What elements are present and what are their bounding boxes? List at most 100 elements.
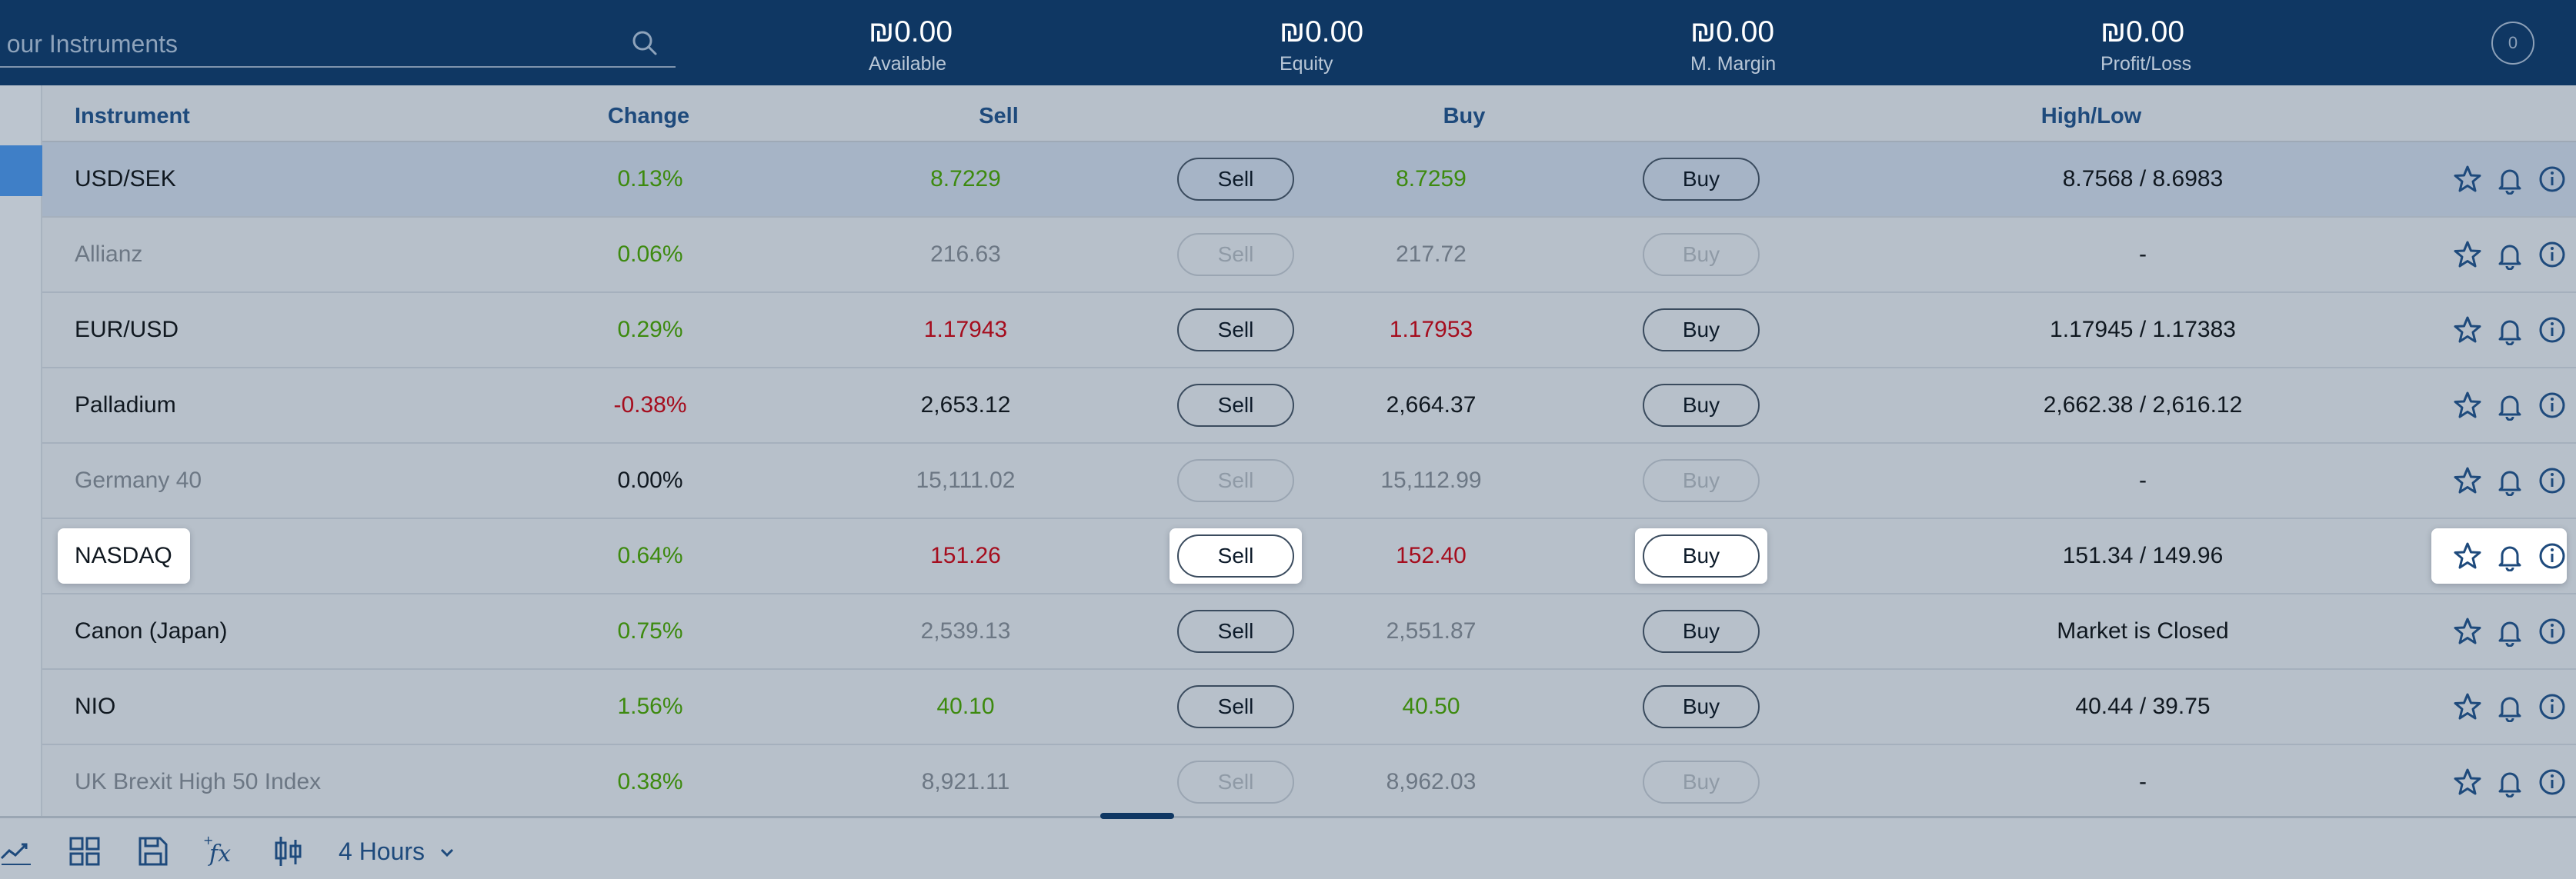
buy-button[interactable]: Buy (1643, 685, 1760, 728)
sell-button[interactable]: Sell (1177, 610, 1294, 653)
table-row[interactable]: Palladium -0.38% 2,653.12 Sell 2,664.37 Buy 2,… (42, 368, 2576, 444)
info-icon[interactable] (2537, 616, 2568, 647)
timeframe-select[interactable]: 4 Hours (339, 834, 456, 871)
star-icon[interactable] (2452, 691, 2483, 722)
row-actions (2443, 387, 2576, 424)
table-row[interactable]: USD/SEK 0.13% 8.7229 Sell 8.7259 Buy 8.7568 / … (42, 142, 2576, 218)
table-row[interactable]: NIO 1.56% 40.10 Sell 40.50 Buy 40.44 / 39.75 (42, 670, 2576, 745)
bottom-toolbar: fx + 4 Hours (0, 813, 2576, 879)
candlestick-icon[interactable] (271, 834, 306, 869)
bell-icon[interactable] (2494, 239, 2525, 271)
bell-icon[interactable] (2494, 541, 2525, 572)
account-badge[interactable]: 0 (2491, 22, 2534, 65)
buy-button[interactable]: Buy (1643, 158, 1760, 201)
table-row[interactable]: Canon (Japan) 0.75% 2,539.13 Sell 2,551.87 Bu… (42, 594, 2576, 670)
sell-price: 15,111.02 (916, 468, 1016, 493)
info-icon[interactable] (2537, 767, 2568, 797)
stat-available: ₪0.00 Available (869, 14, 953, 75)
instrument-name[interactable]: Allianz (75, 218, 142, 291)
high-low-value: 2,662.38 / 2,616.12 (2043, 392, 2243, 418)
instrument-name[interactable]: UK Brexit High 50 Index (75, 745, 321, 819)
col-high-low[interactable]: High/Low (2041, 104, 2141, 129)
info-icon[interactable] (2537, 541, 2568, 571)
selection-indicator (0, 145, 42, 196)
table-row[interactable]: Germany 40 0.00% 15,111.02 Sell 15,112.99 Buy… (42, 444, 2576, 519)
search-icon[interactable] (629, 28, 660, 58)
info-icon[interactable] (2537, 390, 2568, 421)
bell-icon[interactable] (2494, 767, 2525, 798)
buy-price: 40.50 (1402, 694, 1460, 719)
bell-icon[interactable] (2494, 691, 2525, 723)
buy-button[interactable]: Buy (1643, 459, 1760, 502)
buy-button[interactable]: Buy (1643, 233, 1760, 276)
star-icon[interactable] (2452, 767, 2483, 797)
svg-text:+: + (203, 834, 213, 847)
sell-price: 40.10 (936, 694, 995, 719)
sell-button[interactable]: Sell (1177, 308, 1294, 351)
star-icon[interactable] (2452, 465, 2483, 496)
stat-value: ₪0.00 (1690, 15, 1775, 48)
buy-button[interactable]: Buy (1643, 534, 1760, 578)
save-icon[interactable] (135, 834, 171, 869)
info-icon[interactable] (2537, 691, 2568, 722)
sell-button[interactable]: Sell (1177, 685, 1294, 728)
sell-button[interactable]: Sell (1177, 158, 1294, 201)
sell-price: 2,539.13 (920, 618, 1011, 644)
col-instrument[interactable]: Instrument (75, 104, 190, 129)
bell-icon[interactable] (2494, 616, 2525, 648)
bell-icon[interactable] (2494, 465, 2525, 497)
star-icon[interactable] (2452, 390, 2483, 421)
table-row[interactable]: UK Brexit High 50 Index 0.38% 8,921.11 Sell… (42, 745, 2576, 821)
buy-button[interactable]: Buy (1643, 384, 1760, 427)
instrument-name[interactable]: Canon (Japan) (75, 594, 227, 668)
table-row[interactable]: NASDAQ 0.64% 151.26 Sell 152.40 Buy 151.34 / 1… (42, 519, 2576, 594)
stat-label: M. Margin (1690, 53, 1777, 75)
search-input[interactable] (0, 25, 602, 63)
row-actions (2443, 764, 2576, 801)
instrument-name[interactable]: EUR/USD (75, 293, 179, 367)
sell-button[interactable]: Sell (1177, 233, 1294, 276)
instrument-name[interactable]: USD/SEK (75, 142, 176, 216)
function-icon[interactable]: fx + (203, 833, 239, 869)
info-icon[interactable] (2537, 315, 2568, 345)
instrument-name[interactable]: NASDAQ (75, 519, 172, 593)
buy-button[interactable]: Buy (1643, 308, 1760, 351)
star-icon[interactable] (2452, 239, 2483, 270)
star-icon[interactable] (2452, 541, 2483, 571)
star-icon[interactable] (2452, 315, 2483, 345)
sell-button[interactable]: Sell (1177, 761, 1294, 804)
timeframe-label: 4 Hours (339, 837, 425, 865)
star-icon[interactable] (2452, 616, 2483, 647)
star-icon[interactable] (2452, 164, 2483, 195)
info-icon[interactable] (2537, 164, 2568, 195)
table-row[interactable]: EUR/USD 0.29% 1.17943 Sell 1.17953 Buy 1.17945… (42, 293, 2576, 368)
col-buy[interactable]: Buy (1443, 104, 1486, 129)
high-low-value: 151.34 / 149.96 (2062, 543, 2224, 568)
instrument-search (0, 22, 676, 68)
col-sell[interactable]: Sell (979, 104, 1019, 129)
instrument-name[interactable]: Germany 40 (75, 444, 202, 518)
trend-icon[interactable] (0, 834, 35, 869)
table-row[interactable]: Allianz 0.06% 216.63 Sell 217.72 Buy - (42, 218, 2576, 293)
scroll-thumb[interactable] (1100, 813, 1174, 819)
high-low-value: 1.17945 / 1.17383 (2050, 317, 2236, 342)
info-icon[interactable] (2537, 465, 2568, 496)
change-value: 0.13% (617, 166, 683, 191)
bell-icon[interactable] (2494, 164, 2525, 195)
bell-icon[interactable] (2494, 390, 2525, 421)
col-change[interactable]: Change (608, 104, 689, 129)
chevron-down-icon (438, 836, 456, 871)
row-actions (2443, 462, 2576, 499)
bell-icon[interactable] (2494, 315, 2525, 346)
instrument-name[interactable]: NIO (75, 670, 115, 744)
sell-button[interactable]: Sell (1177, 384, 1294, 427)
info-icon[interactable] (2537, 239, 2568, 270)
buy-button[interactable]: Buy (1643, 761, 1760, 804)
sell-price: 2,653.12 (920, 392, 1011, 418)
grid-layout-icon[interactable] (68, 834, 103, 869)
buy-button[interactable]: Buy (1643, 610, 1760, 653)
sell-button[interactable]: Sell (1177, 459, 1294, 502)
sell-price: 8.7229 (930, 166, 1001, 191)
sell-button[interactable]: Sell (1177, 534, 1294, 578)
instrument-name[interactable]: Palladium (75, 368, 176, 442)
